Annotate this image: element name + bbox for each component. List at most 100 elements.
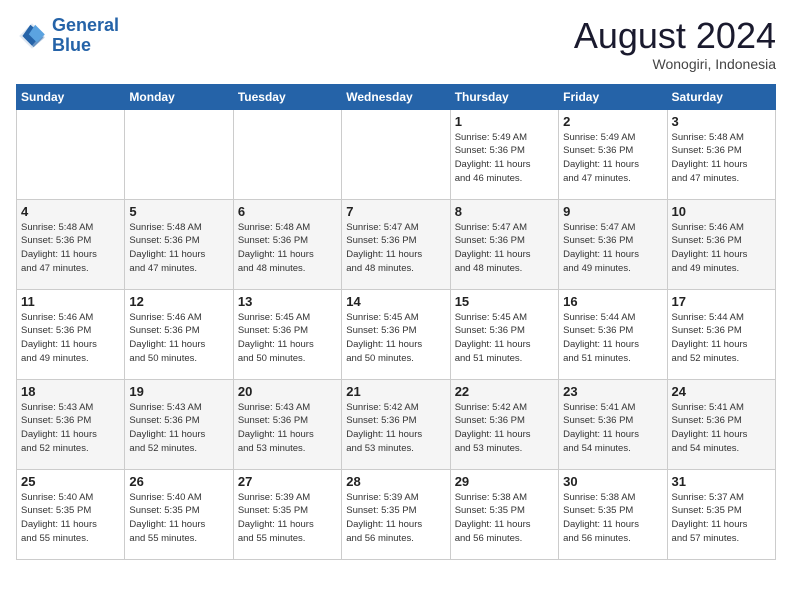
calendar-cell: 17 Sunrise: 5:44 AM Sunset: 5:36 PM Dayli… [667, 289, 775, 379]
day-number: 18 [21, 384, 120, 399]
week-row-1: 1Sunrise: 5:49 AM Sunset: 5:36 PM Daylig… [17, 109, 776, 199]
calendar-cell: 29Sunrise: 5:38 AM Sunset: 5:35 PM Dayli… [450, 469, 558, 559]
day-number: 20 [238, 384, 337, 399]
calendar-cell: 1Sunrise: 5:49 AM Sunset: 5:36 PM Daylig… [450, 109, 558, 199]
day-number: 13 [238, 294, 337, 309]
day-number: 6 [238, 204, 337, 219]
day-info: Sunrise: 5:39 AM Sunset: 5:35 PM Dayligh… [238, 491, 337, 546]
title-block: August 2024 Wonogiri, Indonesia [574, 16, 776, 72]
calendar-cell [342, 109, 450, 199]
day-number: 27 [238, 474, 337, 489]
day-number: 31 [672, 474, 771, 489]
day-number: 26 [129, 474, 228, 489]
day-info: Sunrise: 5:46 AM Sunset: 5:36 PM Dayligh… [672, 221, 771, 276]
week-row-5: 25 Sunrise: 5:40 AM Sunset: 5:35 PM Dayli… [17, 469, 776, 559]
calendar-cell: 18 Sunrise: 5:43 AM Sunset: 5:36 PM Dayli… [17, 379, 125, 469]
day-info: Sunrise: 5:43 AM Sunset: 5:36 PM Dayligh… [21, 401, 120, 456]
page-header: General Blue August 2024 Wonogiri, Indon… [16, 16, 776, 72]
day-number: 25 [21, 474, 120, 489]
calendar-cell: 24 Sunrise: 5:41 AM Sunset: 5:36 PM Dayli… [667, 379, 775, 469]
weekday-header-wednesday: Wednesday [342, 84, 450, 109]
logo-text: General Blue [52, 16, 119, 56]
day-number: 7 [346, 204, 445, 219]
day-number: 2 [563, 114, 662, 129]
day-number: 28 [346, 474, 445, 489]
calendar-cell: 16 Sunrise: 5:44 AM Sunset: 5:36 PM Dayli… [559, 289, 667, 379]
calendar-cell: 11 Sunrise: 5:46 AM Sunset: 5:36 PM Dayli… [17, 289, 125, 379]
day-info: Sunrise: 5:46 AM Sunset: 5:36 PM Dayligh… [129, 311, 228, 366]
weekday-header-monday: Monday [125, 84, 233, 109]
day-info: Sunrise: 5:38 AM Sunset: 5:35 PM Dayligh… [563, 491, 662, 546]
calendar-cell: 4Sunrise: 5:48 AM Sunset: 5:36 PM Daylig… [17, 199, 125, 289]
day-info: Sunrise: 5:45 AM Sunset: 5:36 PM Dayligh… [346, 311, 445, 366]
calendar-cell: 20 Sunrise: 5:43 AM Sunset: 5:36 PM Dayli… [233, 379, 341, 469]
day-number: 17 [672, 294, 771, 309]
calendar-cell: 19 Sunrise: 5:43 AM Sunset: 5:36 PM Dayli… [125, 379, 233, 469]
day-number: 8 [455, 204, 554, 219]
day-info: Sunrise: 5:47 AM Sunset: 5:36 PM Dayligh… [455, 221, 554, 276]
month-title: August 2024 [574, 16, 776, 56]
day-number: 23 [563, 384, 662, 399]
day-info: Sunrise: 5:47 AM Sunset: 5:36 PM Dayligh… [346, 221, 445, 276]
day-info: Sunrise: 5:43 AM Sunset: 5:36 PM Dayligh… [238, 401, 337, 456]
day-number: 21 [346, 384, 445, 399]
day-info: Sunrise: 5:46 AM Sunset: 5:36 PM Dayligh… [21, 311, 120, 366]
day-info: Sunrise: 5:42 AM Sunset: 5:36 PM Dayligh… [455, 401, 554, 456]
day-number: 16 [563, 294, 662, 309]
weekday-header-sunday: Sunday [17, 84, 125, 109]
day-info: Sunrise: 5:48 AM Sunset: 5:36 PM Dayligh… [129, 221, 228, 276]
calendar-cell: 27 Sunrise: 5:39 AM Sunset: 5:35 PM Dayli… [233, 469, 341, 559]
weekday-header-friday: Friday [559, 84, 667, 109]
calendar-cell: 10 Sunrise: 5:46 AM Sunset: 5:36 PM Dayli… [667, 199, 775, 289]
calendar-cell: 2Sunrise: 5:49 AM Sunset: 5:36 PM Daylig… [559, 109, 667, 199]
day-number: 10 [672, 204, 771, 219]
day-number: 9 [563, 204, 662, 219]
calendar-cell: 14 Sunrise: 5:45 AM Sunset: 5:36 PM Dayli… [342, 289, 450, 379]
weekday-header-thursday: Thursday [450, 84, 558, 109]
day-number: 14 [346, 294, 445, 309]
day-info: Sunrise: 5:42 AM Sunset: 5:36 PM Dayligh… [346, 401, 445, 456]
calendar-cell: 28Sunrise: 5:39 AM Sunset: 5:35 PM Dayli… [342, 469, 450, 559]
day-info: Sunrise: 5:44 AM Sunset: 5:36 PM Dayligh… [672, 311, 771, 366]
logo-icon [16, 20, 48, 52]
calendar-table: SundayMondayTuesdayWednesdayThursdayFrid… [16, 84, 776, 560]
day-number: 19 [129, 384, 228, 399]
day-info: Sunrise: 5:45 AM Sunset: 5:36 PM Dayligh… [455, 311, 554, 366]
day-number: 22 [455, 384, 554, 399]
location-subtitle: Wonogiri, Indonesia [574, 56, 776, 72]
week-row-3: 11 Sunrise: 5:46 AM Sunset: 5:36 PM Dayli… [17, 289, 776, 379]
day-info: Sunrise: 5:43 AM Sunset: 5:36 PM Dayligh… [129, 401, 228, 456]
calendar-cell: 21 Sunrise: 5:42 AM Sunset: 5:36 PM Dayli… [342, 379, 450, 469]
day-info: Sunrise: 5:41 AM Sunset: 5:36 PM Dayligh… [672, 401, 771, 456]
day-number: 30 [563, 474, 662, 489]
calendar-cell: 3Sunrise: 5:48 AM Sunset: 5:36 PM Daylig… [667, 109, 775, 199]
day-number: 5 [129, 204, 228, 219]
day-info: Sunrise: 5:44 AM Sunset: 5:36 PM Dayligh… [563, 311, 662, 366]
day-info: Sunrise: 5:47 AM Sunset: 5:36 PM Dayligh… [563, 221, 662, 276]
calendar-cell: 26 Sunrise: 5:40 AM Sunset: 5:35 PM Dayli… [125, 469, 233, 559]
day-number: 1 [455, 114, 554, 129]
calendar-cell: 31Sunrise: 5:37 AM Sunset: 5:35 PM Dayli… [667, 469, 775, 559]
calendar-cell [17, 109, 125, 199]
calendar-cell: 5 Sunrise: 5:48 AM Sunset: 5:36 PM Daylig… [125, 199, 233, 289]
day-info: Sunrise: 5:48 AM Sunset: 5:36 PM Dayligh… [238, 221, 337, 276]
week-row-2: 4 Sunrise: 5:48 AM Sunset: 5:36 PM Daylig… [17, 199, 776, 289]
day-info: Sunrise: 5:41 AM Sunset: 5:36 PM Dayligh… [563, 401, 662, 456]
weekday-header-row: SundayMondayTuesdayWednesdayThursdayFrid… [17, 84, 776, 109]
calendar-cell: 8 Sunrise: 5:47 AM Sunset: 5:36 PM Daylig… [450, 199, 558, 289]
weekday-header-saturday: Saturday [667, 84, 775, 109]
day-number: 4 [21, 204, 120, 219]
day-number: 15 [455, 294, 554, 309]
weekday-header-tuesday: Tuesday [233, 84, 341, 109]
calendar-cell: 9 Sunrise: 5:47 AM Sunset: 5:36 PM Daylig… [559, 199, 667, 289]
day-info: Sunrise: 5:40 AM Sunset: 5:35 PM Dayligh… [21, 491, 120, 546]
day-number: 24 [672, 384, 771, 399]
calendar-cell [125, 109, 233, 199]
calendar-cell: 25 Sunrise: 5:40 AM Sunset: 5:35 PM Dayli… [17, 469, 125, 559]
day-info: Sunrise: 5:38 AM Sunset: 5:35 PM Dayligh… [455, 491, 554, 546]
logo: General Blue [16, 16, 119, 56]
day-info: Sunrise: 5:40 AM Sunset: 5:35 PM Dayligh… [129, 491, 228, 546]
day-number: 3 [672, 114, 771, 129]
day-number: 11 [21, 294, 120, 309]
day-number: 12 [129, 294, 228, 309]
